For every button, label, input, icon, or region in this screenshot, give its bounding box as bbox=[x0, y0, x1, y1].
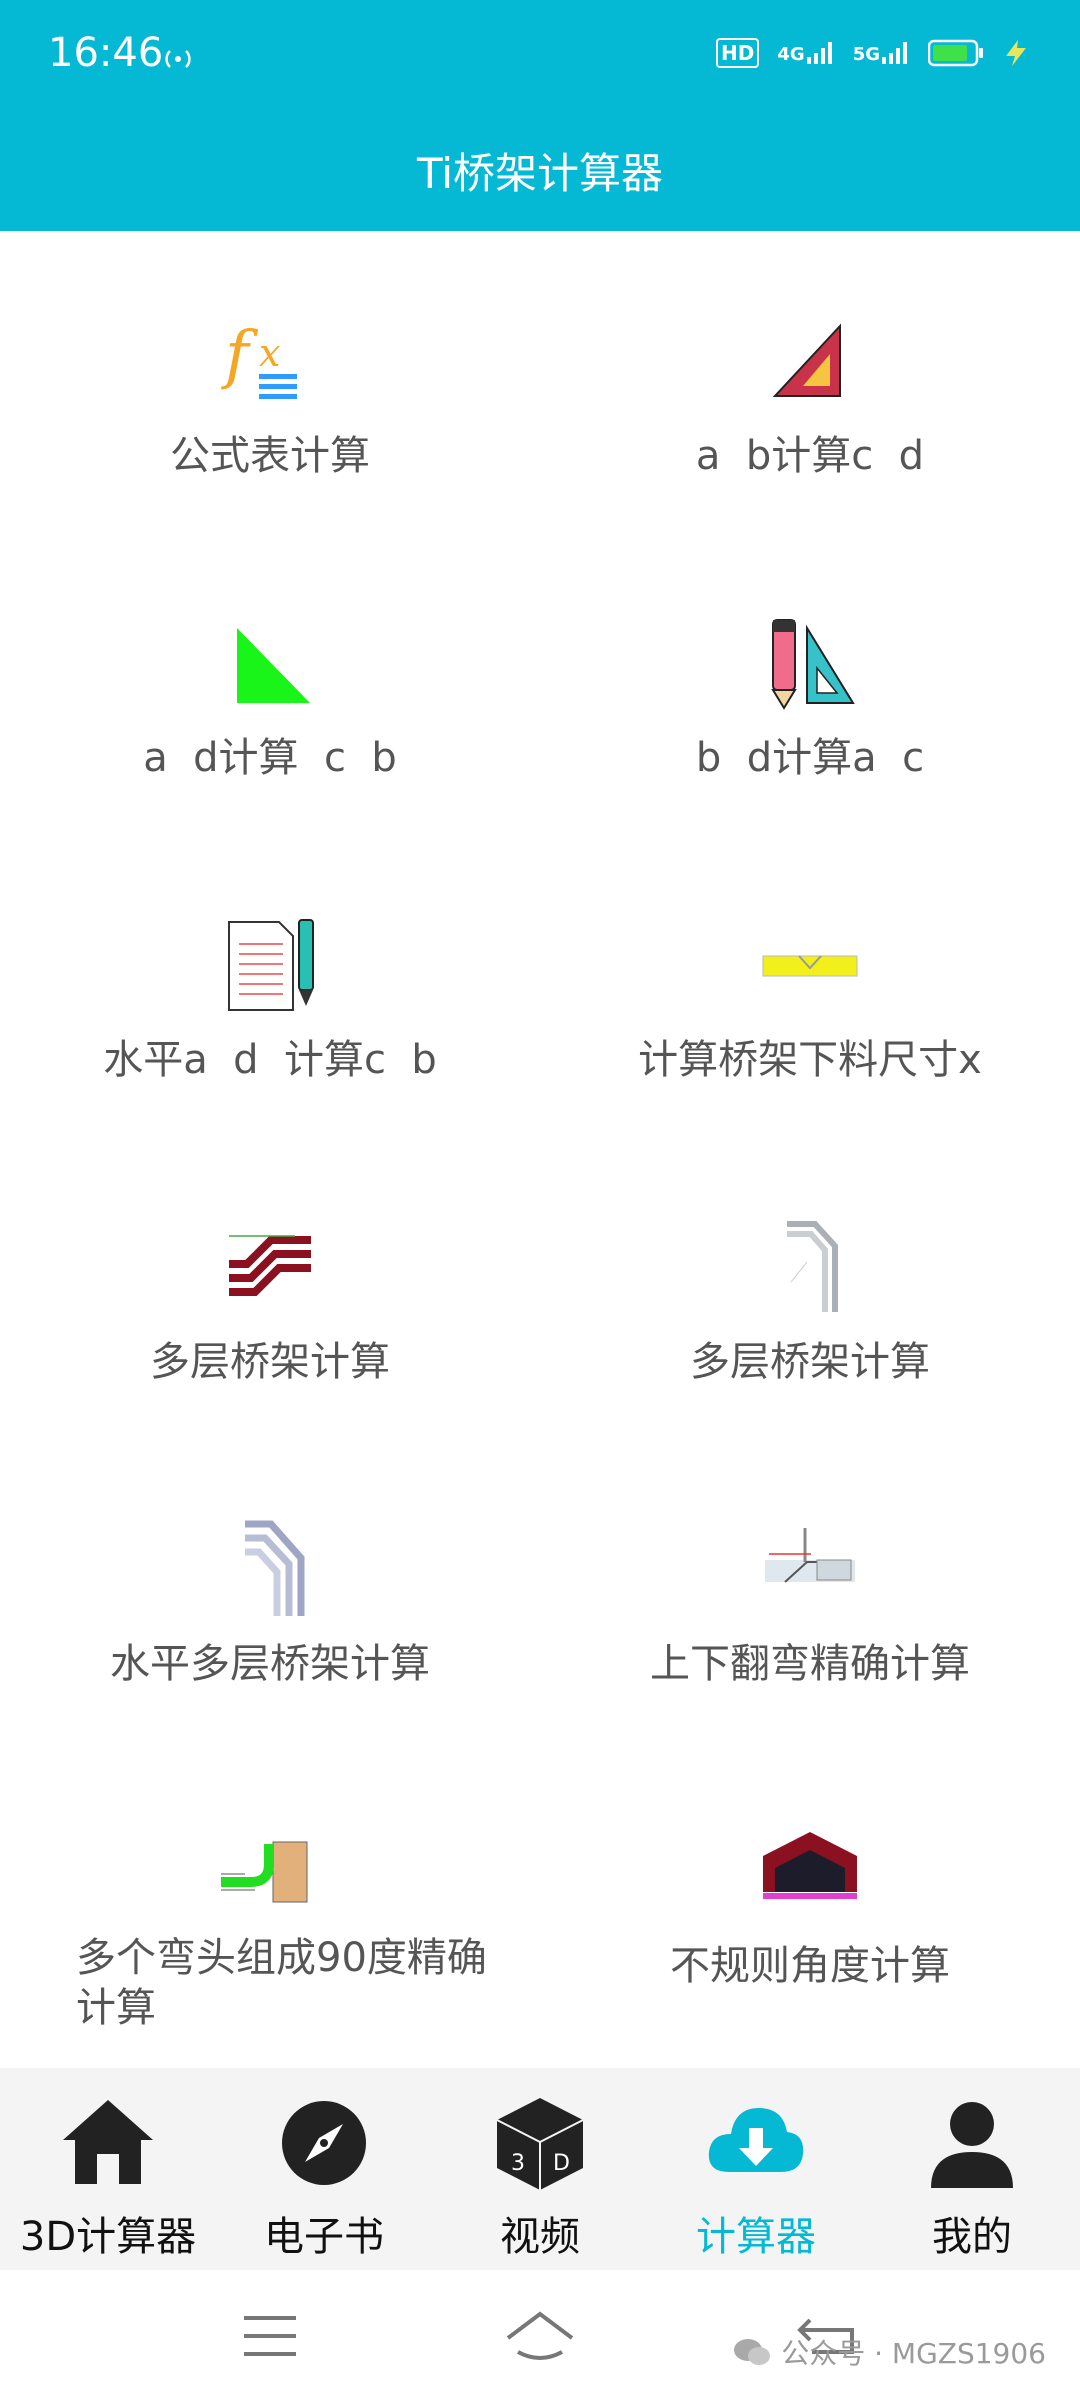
tile-label: 多个弯头组成90度精确计算 bbox=[76, 1935, 487, 2031]
status-bar: 16:46 HD 4G 5G bbox=[0, 0, 1080, 118]
tile-label: 多层桥架计算 bbox=[150, 1339, 390, 1385]
tile-formula[interactable]: f x 公式表计算 bbox=[0, 231, 540, 531]
nav-item-3d-calculator[interactable]: 3D计算器 bbox=[0, 2088, 216, 2268]
green-triangle-icon bbox=[237, 628, 310, 703]
home-nav-icon[interactable] bbox=[504, 2308, 576, 2364]
nav-item-video[interactable]: 3 D 视频 bbox=[432, 2088, 648, 2268]
tile-cut-size[interactable]: 计算桥架下料尺寸x bbox=[540, 835, 1080, 1135]
status-time: 16:46 bbox=[48, 30, 164, 76]
menu-icon[interactable] bbox=[244, 2314, 296, 2358]
tile-label: 水平多层桥架计算 bbox=[110, 1641, 430, 1687]
tile-label: 计算桥架下料尺寸x bbox=[638, 1037, 982, 1083]
formula-icon: f x bbox=[221, 318, 297, 399]
horizontal-bend-icon bbox=[245, 1520, 305, 1616]
app-bar: Ti桥架计算器 bbox=[0, 118, 1080, 231]
nav-label: 视频 bbox=[500, 2214, 580, 2260]
tile-multilayer-2[interactable]: 多层桥架计算 bbox=[540, 1137, 1080, 1437]
home-icon bbox=[63, 2100, 153, 2184]
tile-ad-calc[interactable]: a d计算 c b bbox=[0, 533, 540, 833]
svg-text:f: f bbox=[221, 318, 259, 392]
tile-label: a b计算c d bbox=[695, 433, 925, 479]
tile-horizontal-ad[interactable]: 水平a d 计算c b bbox=[0, 835, 540, 1135]
tile-label: 上下翻弯精确计算 bbox=[650, 1641, 970, 1687]
nav-label: 3D计算器 bbox=[19, 2214, 197, 2260]
elbow-90-icon bbox=[221, 1841, 308, 1903]
tile-label: a d计算 c b bbox=[143, 735, 397, 781]
cloud-download-icon bbox=[708, 2108, 804, 2172]
tile-label: 多层桥架计算 bbox=[690, 1339, 930, 1385]
nav-item-ebook[interactable]: 电子书 bbox=[216, 2088, 432, 2268]
nav-item-calculator[interactable]: 计算器 bbox=[648, 2088, 864, 2268]
tile-multilayer-1[interactable]: 多层桥架计算 bbox=[0, 1137, 540, 1437]
hd-icon: HD bbox=[716, 38, 760, 68]
hotspot-icon bbox=[165, 50, 191, 68]
tile-elbow-90[interactable]: 多个弯头组成90度精确计算 bbox=[0, 1741, 540, 2041]
charging-icon bbox=[1006, 40, 1026, 66]
tile-bd-calc[interactable]: b d计算a c bbox=[540, 533, 1080, 833]
tile-irregular-angle[interactable]: 不规则角度计算 bbox=[540, 1741, 1080, 2041]
tile-label: 不规则角度计算 bbox=[670, 1943, 950, 1989]
cable-tray-icon bbox=[762, 955, 858, 977]
net-label-5g: 5G bbox=[852, 44, 880, 65]
irregular-angle-icon bbox=[763, 1832, 857, 1899]
battery-icon bbox=[928, 39, 983, 67]
tile-ab-calc[interactable]: a b计算c d bbox=[540, 231, 1080, 531]
signal-5g-icon: 5G bbox=[853, 42, 910, 64]
nav-label: 我的 bbox=[932, 2214, 1012, 2260]
pencil-ruler-icon bbox=[771, 619, 855, 710]
multilayer-tray-icon bbox=[229, 1235, 311, 1296]
svg-text:3: 3 bbox=[511, 2151, 525, 2176]
tile-horizontal-multilayer[interactable]: 水平多层桥架计算 bbox=[0, 1439, 540, 1739]
bend-tray-icon bbox=[787, 1221, 838, 1312]
document-pen-icon bbox=[228, 919, 314, 1011]
set-square-icon bbox=[772, 323, 841, 397]
tile-label: 水平a d 计算c b bbox=[103, 1037, 437, 1083]
nav-item-mine[interactable]: 我的 bbox=[864, 2088, 1080, 2268]
person-icon bbox=[931, 2102, 1013, 2188]
nav-label: 电子书 bbox=[264, 2214, 384, 2260]
updown-bend-icon bbox=[765, 1528, 855, 1583]
tile-label: 公式表计算 bbox=[170, 433, 370, 479]
nav-label: 计算器 bbox=[696, 2214, 816, 2260]
watermark: 公众号 · MGZS1906 bbox=[733, 2332, 1046, 2372]
svg-text:D: D bbox=[553, 2151, 570, 2176]
cube-3d-icon: 3 D bbox=[496, 2098, 584, 2190]
svg-text:x: x bbox=[259, 331, 280, 375]
page-title: Ti桥架计算器 bbox=[416, 149, 664, 198]
compass-icon bbox=[282, 2101, 366, 2185]
system-nav-bar: 公众号 · MGZS1906 bbox=[0, 2270, 1080, 2400]
net-label-4g: 4G bbox=[777, 44, 805, 65]
bottom-nav: 3D计算器 电子书 3 D 视频 计算器 我的 bbox=[0, 2068, 1080, 2270]
tile-updown-bend[interactable]: 上下翻弯精确计算 bbox=[540, 1439, 1080, 1739]
tile-label: b d计算a c bbox=[695, 735, 925, 781]
wechat-icon bbox=[734, 2339, 771, 2365]
signal-4g-icon: 4G bbox=[777, 42, 834, 64]
watermark-text: 公众号 · MGZS1906 bbox=[781, 2337, 1046, 2370]
